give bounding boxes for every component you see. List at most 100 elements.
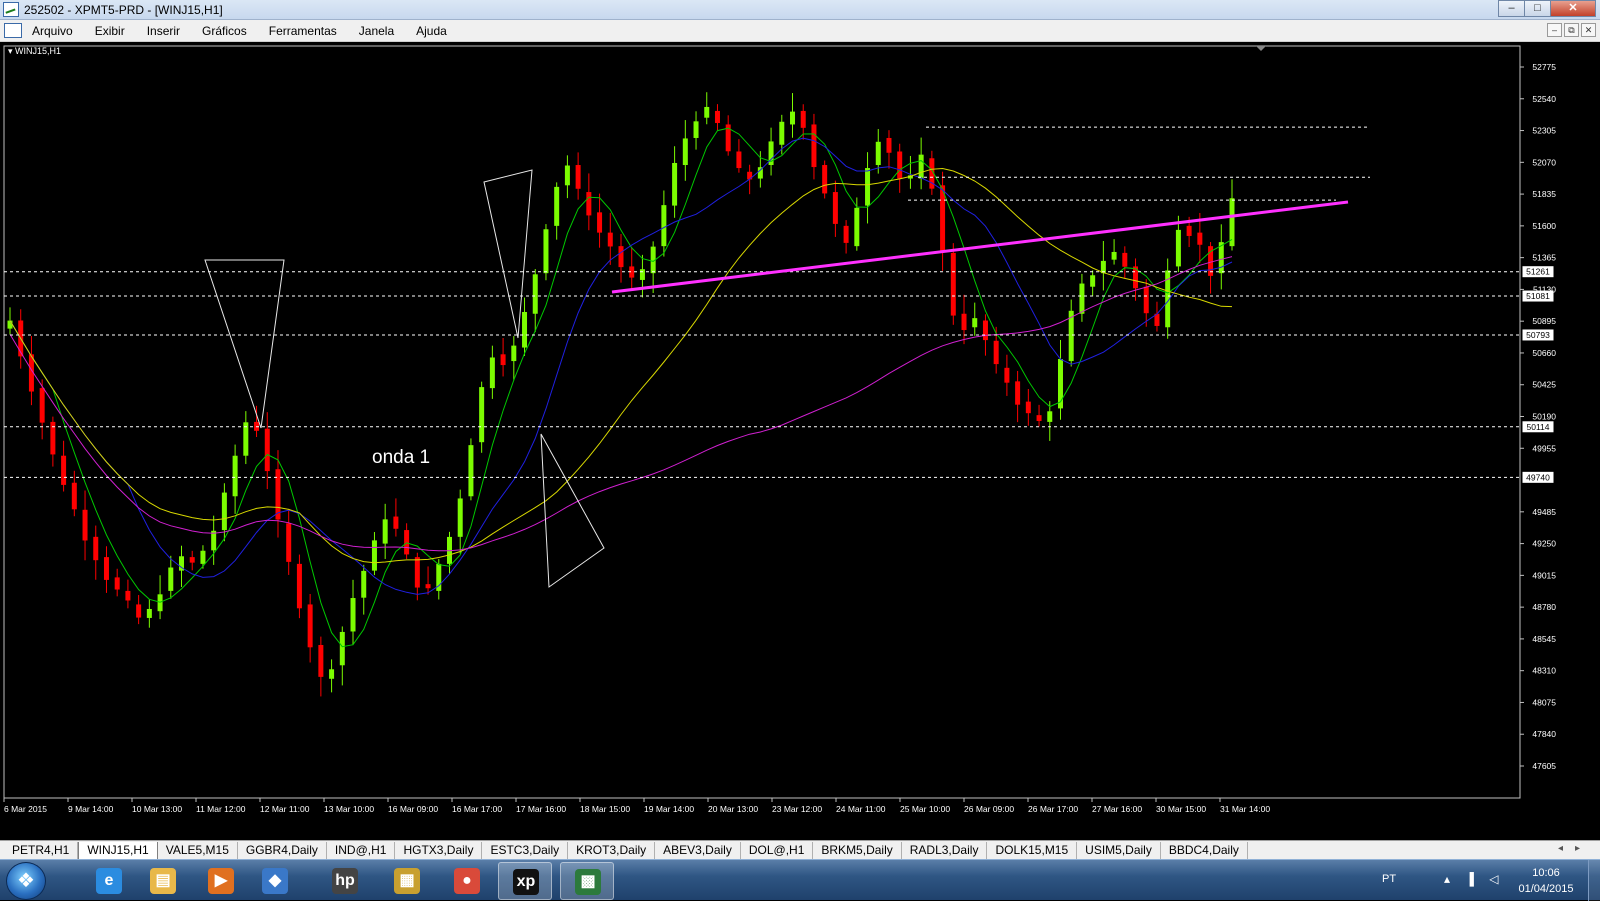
candle-body bbox=[800, 110, 806, 128]
child-close-button[interactable]: ✕ bbox=[1581, 23, 1596, 37]
triangle-drawing[interactable] bbox=[204, 259, 285, 429]
time-axis-label: 10 Mar 13:00 bbox=[132, 804, 182, 814]
chart-shift-marker[interactable] bbox=[1256, 46, 1266, 51]
symbol-tab[interactable]: IND@,H1 bbox=[327, 842, 396, 860]
symbol-tab[interactable]: USIM5,Daily bbox=[1077, 842, 1161, 860]
symbol-tab[interactable]: RADL3,Daily bbox=[902, 842, 988, 860]
title-bar: 252502 - XPMT5-PRD - [WINJ15,H1] – □ ✕ bbox=[0, 0, 1600, 20]
candle-body bbox=[221, 492, 227, 531]
candle-body bbox=[1004, 367, 1010, 383]
taskbar-app-button[interactable]: ▤ bbox=[136, 862, 190, 900]
menu-item[interactable]: Ajuda bbox=[416, 24, 458, 38]
taskbar-app-button[interactable]: ▶ bbox=[194, 862, 248, 900]
tray-icons[interactable]: ▴ ▐ ◁ bbox=[1444, 872, 1504, 886]
symbol-tab[interactable]: BBDC4,Daily bbox=[1161, 842, 1248, 860]
price-level-tag-text: 49740 bbox=[1526, 472, 1550, 482]
candle-body bbox=[39, 388, 45, 423]
menu-item[interactable]: Arquivo bbox=[32, 24, 84, 38]
taskbar-app-button[interactable]: xp bbox=[498, 862, 552, 900]
time-axis-label: 13 Mar 10:00 bbox=[324, 804, 374, 814]
candle-body bbox=[136, 604, 142, 618]
price-axis-label: 52305 bbox=[1532, 126, 1556, 136]
candle-body bbox=[693, 121, 699, 138]
menu-item[interactable]: Janela bbox=[359, 24, 405, 38]
taskbar: e ▤ ▶ ◆ hp ▦ ● xp ▩ PT ▴ ▐ ◁ 10:06 01/04/2015 bbox=[0, 859, 1600, 901]
time-axis-label: 6 Mar 2015 bbox=[4, 804, 47, 814]
candle-body bbox=[371, 540, 377, 571]
menu-item[interactable]: Gráficos bbox=[202, 24, 258, 38]
symbol-tab[interactable]: DOL@,H1 bbox=[741, 842, 814, 860]
child-restore-button[interactable]: ⧉ bbox=[1564, 23, 1579, 37]
candle-body bbox=[854, 207, 860, 247]
price-axis-label: 48075 bbox=[1532, 697, 1556, 707]
price-axis-label: 50190 bbox=[1532, 412, 1556, 422]
language-indicator[interactable]: PT bbox=[1382, 873, 1396, 885]
symbol-tab[interactable]: DOLK15,M15 bbox=[987, 842, 1078, 860]
tab-scroll-arrows[interactable]: ◂▸ bbox=[1558, 843, 1592, 854]
candle-body bbox=[543, 229, 549, 274]
candle-body bbox=[961, 313, 967, 331]
candle-body bbox=[1122, 252, 1128, 267]
candle-body bbox=[393, 516, 399, 529]
taskbar-app-button[interactable]: ● bbox=[440, 862, 494, 900]
symbol-tab[interactable]: PETR4,H1 bbox=[4, 842, 79, 860]
taskbar-app-button[interactable]: ◆ bbox=[248, 862, 302, 900]
time-axis-label: 12 Mar 11:00 bbox=[260, 804, 310, 814]
price-axis-label: 49015 bbox=[1532, 570, 1556, 580]
candle-body bbox=[843, 225, 849, 243]
symbol-tab[interactable]: VALE5,M15 bbox=[158, 842, 238, 860]
candle-body bbox=[897, 151, 903, 179]
menu-item[interactable]: Exibir bbox=[95, 24, 136, 38]
symbol-tab[interactable]: KROT3,Daily bbox=[568, 842, 656, 860]
time-axis-label: 23 Mar 12:00 bbox=[772, 804, 822, 814]
metatrader-icon: ▩ bbox=[575, 869, 601, 895]
symbol-tab[interactable]: HGTX3,Daily bbox=[395, 842, 483, 860]
menu-item[interactable]: Ferramentas bbox=[269, 24, 348, 38]
price-axis-label: 51130 bbox=[1533, 284, 1556, 294]
price-axis-label: 47605 bbox=[1532, 761, 1556, 771]
clock[interactable]: 10:06 01/04/2015 bbox=[1506, 865, 1586, 897]
close-button[interactable]: ✕ bbox=[1550, 0, 1596, 17]
taskbar-app-button[interactable]: e bbox=[82, 862, 136, 900]
start-button[interactable] bbox=[6, 862, 46, 900]
symbol-tab[interactable]: ESTC3,Daily bbox=[482, 842, 569, 860]
candle-body bbox=[329, 669, 335, 679]
symbol-tab[interactable]: GGBR4,Daily bbox=[238, 842, 327, 860]
chart-window-icon[interactable] bbox=[4, 23, 22, 38]
price-axis-label: 49485 bbox=[1532, 507, 1556, 517]
network-icon: ◆ bbox=[262, 868, 288, 894]
price-level-tag-text: 50114 bbox=[1526, 422, 1549, 432]
candle-body bbox=[457, 498, 463, 537]
taskbar-app-button[interactable]: hp bbox=[318, 862, 372, 900]
price-axis-label: 52540 bbox=[1532, 94, 1556, 104]
triangle-drawing[interactable] bbox=[540, 433, 605, 588]
candle-body bbox=[479, 387, 485, 443]
candle-body bbox=[607, 232, 613, 247]
child-minimize-button[interactable]: – bbox=[1547, 23, 1562, 37]
candle-body bbox=[704, 106, 710, 118]
minimize-button[interactable]: – bbox=[1498, 0, 1525, 17]
media-player-icon: ▶ bbox=[208, 868, 234, 894]
candle-body bbox=[575, 165, 581, 189]
symbol-tab[interactable]: WINJ15,H1 bbox=[78, 842, 158, 860]
symbol-tab[interactable]: ABEV3,Daily bbox=[655, 842, 741, 860]
candle-body bbox=[1175, 229, 1181, 267]
candle-body bbox=[7, 320, 13, 329]
time-axis-label: 18 Mar 15:00 bbox=[580, 804, 630, 814]
candle-body bbox=[522, 311, 528, 348]
chart-window[interactable]: 51261 51081 50793 50114 49740 onda 1 52775 5254… bbox=[0, 42, 1600, 840]
symbol-tab[interactable]: BRKM5,Daily bbox=[813, 842, 902, 860]
candle-body bbox=[865, 168, 871, 206]
time-axis-label: 17 Mar 16:00 bbox=[516, 804, 566, 814]
candle-body bbox=[993, 340, 999, 365]
trend-line[interactable] bbox=[611, 200, 1349, 294]
menu-items: Arquivo Exibir Inserir Gráficos Ferramentas J… bbox=[32, 24, 469, 38]
price-chart[interactable]: 5126151081507935011449740onda 1527755254… bbox=[0, 42, 1600, 840]
menu-item[interactable]: Inserir bbox=[147, 24, 191, 38]
taskbar-app-button[interactable]: ▩ bbox=[560, 862, 614, 900]
candle-body bbox=[1047, 411, 1053, 422]
show-desktop-button[interactable] bbox=[1588, 860, 1600, 901]
maximize-button[interactable]: □ bbox=[1524, 0, 1551, 17]
candle-body bbox=[1025, 401, 1031, 414]
taskbar-app-button[interactable]: ▦ bbox=[380, 862, 434, 900]
